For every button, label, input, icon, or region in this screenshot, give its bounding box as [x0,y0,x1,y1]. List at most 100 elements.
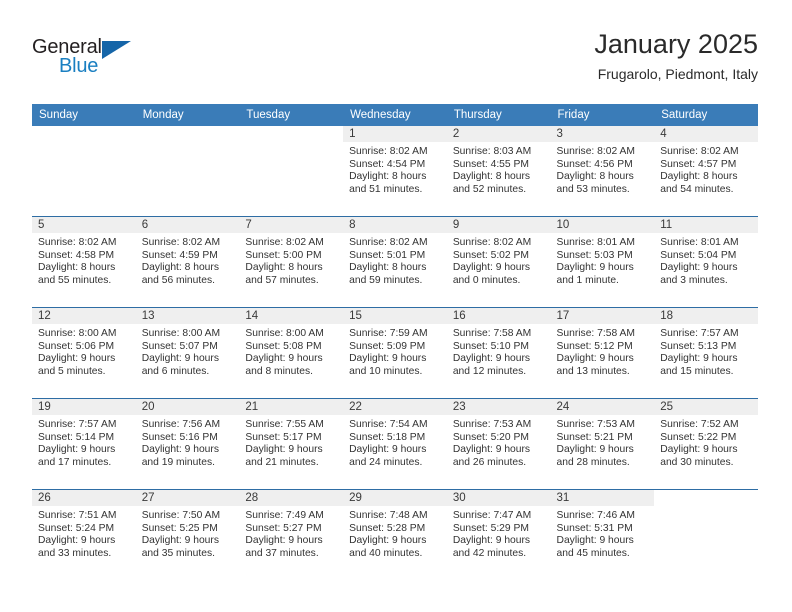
calendar-day-cell[interactable]: 7 Sunrise: 8:02 AM Sunset: 5:00 PM Daylight… [239,216,344,308]
calendar-day-cell[interactable] [239,126,344,217]
sunrise-time: Sunrise: 8:02 AM [245,237,324,248]
sunset-time: Sunset: 5:00 PM [245,249,322,261]
calendar-day-cell[interactable]: 19 Sunrise: 7:57 AM Sunset: 5:14 PM Dayligh… [32,398,136,490]
daylight-duration-line-1: Daylight: 9 hours [556,262,634,274]
calendar-day-cell[interactable] [135,126,240,217]
daylight-duration-line-1: Daylight: 9 hours [452,262,531,274]
day-cell-content: 1 Sunrise: 8:02 AM Sunset: 4:54 PM Daylight… [343,126,447,216]
sunset-time: Sunset: 5:02 PM [452,249,529,261]
calendar-day-cell[interactable]: 14 Sunrise: 8:00 AM Sunset: 5:08 PM Dayligh… [239,307,344,399]
calendar-day-cell[interactable]: 12 Sunrise: 8:00 AM Sunset: 5:06 PM Dayligh… [32,307,136,399]
calendar-day-cell[interactable]: 1 Sunrise: 8:02 AM Sunset: 4:54 PM Daylight… [343,126,447,217]
daylight-duration-line-1: Daylight: 9 hours [556,444,634,456]
calendar-day-cell[interactable]: 3 Sunrise: 8:02 AM Sunset: 4:56 PM Daylight… [550,126,655,217]
day-number: 26 [32,490,136,506]
column-header-thursday: Thursday [446,104,551,126]
daylight-duration-line-2: and 45 minutes. [556,547,630,559]
calendar-day-cell[interactable]: 30 Sunrise: 7:47 AM Sunset: 5:29 PM Dayligh… [446,489,551,580]
calendar-day-cell[interactable]: 8 Sunrise: 8:02 AM Sunset: 5:01 PM Daylight… [343,216,447,308]
day-number: 1 [343,126,447,142]
sunrise-time: Sunrise: 7:57 AM [38,419,117,430]
calendar-day-cell[interactable]: 31 Sunrise: 7:46 AM Sunset: 5:31 PM Dayligh… [550,489,655,580]
day-details: Sunrise: 8:02 AM Sunset: 4:59 PM Daylight:… [136,233,240,287]
day-cell-content: 28 Sunrise: 7:49 AM Sunset: 5:27 PM Dayligh… [239,490,344,580]
column-header-sunday: Sunday [32,104,136,126]
day-cell-content: 3 Sunrise: 8:02 AM Sunset: 4:56 PM Daylight… [550,126,655,216]
calendar-day-cell[interactable]: 29 Sunrise: 7:48 AM Sunset: 5:28 PM Dayligh… [343,489,447,580]
calendar-day-cell[interactable]: 16 Sunrise: 7:58 AM Sunset: 5:10 PM Dayligh… [446,307,551,399]
day-details: Sunrise: 8:02 AM Sunset: 4:56 PM Daylight:… [551,142,655,196]
day-cell-content: 24 Sunrise: 7:53 AM Sunset: 5:21 PM Dayligh… [550,399,655,489]
day-details: Sunrise: 7:58 AM Sunset: 5:10 PM Daylight:… [447,324,551,378]
day-number: 12 [32,308,136,324]
sunrise-time: Sunrise: 7:47 AM [452,510,532,521]
calendar-day-cell[interactable] [32,126,136,217]
sunset-time: Sunset: 5:09 PM [349,340,426,352]
calendar-day-cell[interactable]: 27 Sunrise: 7:50 AM Sunset: 5:25 PM Dayligh… [135,489,240,580]
day-details: Sunrise: 8:01 AM Sunset: 5:04 PM Daylight:… [654,233,758,287]
sunrise-time: Sunrise: 7:56 AM [141,419,221,430]
daylight-duration-line-1: Daylight: 8 hours [556,171,634,183]
sunrise-time: Sunrise: 8:02 AM [556,146,635,157]
sunrise-time: Sunrise: 7:58 AM [556,328,635,339]
daylight-duration-line-1: Daylight: 9 hours [141,444,219,456]
calendar-day-cell[interactable]: 2 Sunrise: 8:03 AM Sunset: 4:55 PM Daylight… [446,126,551,217]
daylight-duration-line-1: Daylight: 9 hours [660,444,738,456]
day-details: Sunrise: 7:53 AM Sunset: 5:20 PM Daylight:… [447,415,551,469]
calendar-day-cell[interactable]: 11 Sunrise: 8:01 AM Sunset: 5:04 PM Dayligh… [654,216,758,308]
day-details: Sunrise: 8:02 AM Sunset: 5:00 PM Daylight:… [239,233,343,287]
calendar-day-cell[interactable] [654,489,758,580]
day-details: Sunrise: 7:57 AM Sunset: 5:14 PM Daylight:… [32,415,136,469]
day-details: Sunrise: 7:59 AM Sunset: 5:09 PM Daylight:… [343,324,447,378]
day-cell-content: 4 Sunrise: 8:02 AM Sunset: 4:57 PM Daylight… [654,126,758,216]
calendar-day-cell[interactable]: 9 Sunrise: 8:02 AM Sunset: 5:02 PM Daylight… [446,216,551,308]
sunset-time: Sunset: 5:17 PM [245,431,322,443]
triangle-icon [102,41,131,59]
calendar-day-cell[interactable]: 23 Sunrise: 7:53 AM Sunset: 5:20 PM Dayligh… [446,398,551,490]
daylight-duration-line-2: and 10 minutes. [349,365,423,377]
calendar-day-cell[interactable]: 26 Sunrise: 7:51 AM Sunset: 5:24 PM Dayligh… [32,489,136,580]
calendar-body: 1 Sunrise: 8:02 AM Sunset: 4:54 PM Daylight… [32,126,758,580]
day-cell-content: 9 Sunrise: 8:02 AM Sunset: 5:02 PM Daylight… [446,217,551,307]
day-cell-content: 15 Sunrise: 7:59 AM Sunset: 5:09 PM Dayligh… [343,308,447,398]
day-number: 24 [550,399,655,415]
calendar-day-cell[interactable]: 25 Sunrise: 7:52 AM Sunset: 5:22 PM Dayligh… [654,398,758,490]
daylight-duration-line-1: Daylight: 9 hours [141,535,219,547]
day-cell-content: 6 Sunrise: 8:02 AM Sunset: 4:59 PM Daylight… [135,217,240,307]
day-number: 16 [446,308,551,324]
sunrise-time: Sunrise: 8:00 AM [38,328,117,339]
day-cell-content: 27 Sunrise: 7:50 AM Sunset: 5:25 PM Dayligh… [135,490,240,580]
sunset-time: Sunset: 5:06 PM [38,340,115,352]
day-number: 18 [654,308,758,324]
calendar-day-cell[interactable]: 17 Sunrise: 7:58 AM Sunset: 5:12 PM Dayligh… [550,307,655,399]
calendar-day-cell[interactable]: 10 Sunrise: 8:01 AM Sunset: 5:03 PM Dayligh… [550,216,655,308]
calendar-day-cell[interactable]: 13 Sunrise: 8:00 AM Sunset: 5:07 PM Dayligh… [135,307,240,399]
calendar-day-cell[interactable]: 6 Sunrise: 8:02 AM Sunset: 4:59 PM Daylight… [135,216,240,308]
day-number [654,490,758,506]
calendar-day-cell[interactable]: 20 Sunrise: 7:56 AM Sunset: 5:16 PM Dayligh… [135,398,240,490]
day-cell-content: 2 Sunrise: 8:03 AM Sunset: 4:55 PM Daylight… [446,126,551,216]
day-cell-content: 17 Sunrise: 7:58 AM Sunset: 5:12 PM Dayligh… [550,308,655,398]
sunset-time: Sunset: 5:29 PM [452,522,529,534]
sunset-time: Sunset: 5:16 PM [141,431,218,443]
calendar-day-cell[interactable]: 15 Sunrise: 7:59 AM Sunset: 5:09 PM Dayligh… [343,307,447,399]
calendar-day-cell[interactable]: 21 Sunrise: 7:55 AM Sunset: 5:17 PM Dayligh… [239,398,344,490]
daylight-duration-line-1: Daylight: 9 hours [349,353,427,365]
calendar-day-cell[interactable]: 28 Sunrise: 7:49 AM Sunset: 5:27 PM Dayligh… [239,489,344,580]
calendar-day-cell[interactable]: 24 Sunrise: 7:53 AM Sunset: 5:21 PM Dayligh… [550,398,655,490]
calendar-day-cell[interactable]: 22 Sunrise: 7:54 AM Sunset: 5:18 PM Dayligh… [343,398,447,490]
day-cell-content: 8 Sunrise: 8:02 AM Sunset: 5:01 PM Daylight… [343,217,447,307]
sunset-time: Sunset: 5:14 PM [38,431,115,443]
sunrise-time: Sunrise: 8:01 AM [660,237,739,248]
day-details: Sunrise: 8:00 AM Sunset: 5:08 PM Daylight:… [239,324,343,378]
daylight-duration-line-1: Daylight: 9 hours [245,535,323,547]
daylight-duration-line-2: and 57 minutes. [245,274,319,286]
sunrise-time: Sunrise: 8:00 AM [141,328,221,339]
day-details: Sunrise: 7:55 AM Sunset: 5:17 PM Daylight:… [239,415,343,469]
calendar-day-cell[interactable]: 5 Sunrise: 8:02 AM Sunset: 4:58 PM Daylight… [32,216,136,308]
general-blue-logo: General Blue [32,28,142,82]
day-details: Sunrise: 8:02 AM Sunset: 4:57 PM Daylight:… [654,142,758,196]
daylight-duration-line-2: and 6 minutes. [141,365,210,377]
calendar-day-cell[interactable]: 4 Sunrise: 8:02 AM Sunset: 4:57 PM Daylight… [654,126,758,217]
calendar-day-cell[interactable]: 18 Sunrise: 7:57 AM Sunset: 5:13 PM Dayligh… [654,307,758,399]
